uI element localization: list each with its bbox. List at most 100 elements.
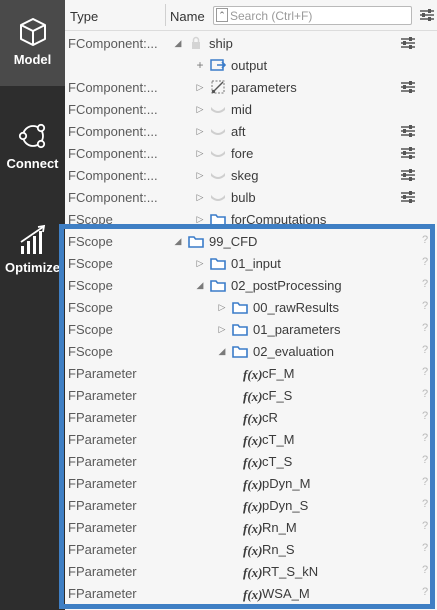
row-name[interactable]: Rn_M <box>262 520 297 535</box>
expand-arrow-icon[interactable]: ▷ <box>195 191 205 203</box>
tree-row[interactable]: FScope ◢ 02_evaluation? <box>65 340 437 362</box>
help-icon[interactable]: ? <box>422 454 428 466</box>
tree-row[interactable]: FScope ▷ forComputations <box>65 208 437 230</box>
row-settings-icon[interactable] <box>400 168 416 182</box>
collapse-arrow-icon[interactable]: ◢ <box>173 235 183 247</box>
row-settings-icon[interactable] <box>400 124 416 138</box>
row-name[interactable]: Rn_S <box>262 542 295 557</box>
row-name[interactable]: 02_evaluation <box>253 344 334 359</box>
row-name[interactable]: skeg <box>231 168 258 183</box>
row-settings-icon[interactable] <box>400 190 416 204</box>
tree-row[interactable]: FParameter f(x) pDyn_S? <box>65 494 437 516</box>
tree-row[interactable]: FComponent:... ▷ fore <box>65 142 437 164</box>
expand-arrow-icon[interactable]: ▷ <box>195 169 205 181</box>
row-name[interactable]: parameters <box>231 80 297 95</box>
help-icon[interactable]: ? <box>422 432 428 444</box>
column-header-type[interactable]: Type <box>70 9 98 24</box>
row-name[interactable]: output <box>231 58 267 73</box>
tree-row[interactable]: FComponent:... ◢ ship <box>65 32 437 54</box>
help-icon[interactable]: ? <box>422 300 428 312</box>
row-settings-icon[interactable] <box>400 146 416 160</box>
column-divider[interactable] <box>165 4 166 26</box>
nav-connect[interactable]: Connect <box>0 104 65 190</box>
collapse-arrow-icon[interactable]: ◢ <box>195 279 205 291</box>
row-name[interactable]: 02_postProcessing <box>231 278 342 293</box>
expand-arrow-icon[interactable]: ▷ <box>217 301 227 313</box>
tree-row[interactable]: FParameter f(x) Rn_M? <box>65 516 437 538</box>
help-icon[interactable]: ? <box>422 410 428 422</box>
row-name[interactable]: pDyn_S <box>262 498 308 513</box>
help-icon[interactable]: ? <box>422 476 428 488</box>
row-name[interactable]: WSA_M <box>262 586 310 601</box>
row-settings-icon[interactable] <box>400 80 416 94</box>
tree-row[interactable]: FParameter f(x) pDyn_M? <box>65 472 437 494</box>
tree-row[interactable]: FParameter f(x) cT_M? <box>65 428 437 450</box>
search-up-arrow-icon[interactable]: ⌃ <box>216 8 228 22</box>
nav-model[interactable]: Model <box>0 0 65 86</box>
row-name[interactable]: cT_M <box>262 432 295 447</box>
help-icon[interactable]: ? <box>422 520 428 532</box>
expand-arrow-icon[interactable]: ▷ <box>195 257 205 269</box>
row-name[interactable]: 99_CFD <box>209 234 257 249</box>
tree-settings-icon[interactable] <box>419 8 435 22</box>
tree-row[interactable]: FComponent:... ▷ skeg <box>65 164 437 186</box>
row-name[interactable]: pDyn_M <box>262 476 310 491</box>
help-icon[interactable]: ? <box>422 498 428 510</box>
tree-row[interactable]: FComponent:... ▷ aft <box>65 120 437 142</box>
expand-arrow-icon[interactable]: ▷ <box>195 125 205 137</box>
help-icon[interactable]: ? <box>422 366 428 378</box>
add-icon[interactable]: + <box>195 59 205 71</box>
row-name[interactable]: aft <box>231 124 245 139</box>
parameters-icon <box>211 80 225 94</box>
expand-arrow-icon[interactable]: ▷ <box>195 147 205 159</box>
tree-row[interactable]: FScope ◢ 99_CFD? <box>65 230 437 252</box>
tree-row[interactable]: FScope ◢ 02_postProcessing? <box>65 274 437 296</box>
row-name[interactable]: cR <box>262 410 278 425</box>
row-name[interactable]: mid <box>231 102 252 117</box>
search-input[interactable] <box>230 8 408 23</box>
row-name[interactable]: 00_rawResults <box>253 300 339 315</box>
tree-row[interactable]: FParameter f(x) cF_M? <box>65 362 437 384</box>
row-name[interactable]: forComputations <box>231 212 326 227</box>
help-icon[interactable]: ? <box>422 278 428 290</box>
help-icon[interactable]: ? <box>422 388 428 400</box>
expand-arrow-icon[interactable]: ▷ <box>195 213 205 225</box>
help-icon[interactable]: ? <box>422 234 428 246</box>
row-name[interactable]: cF_S <box>262 388 292 403</box>
tree-row[interactable]: FScope ▷ 01_parameters? <box>65 318 437 340</box>
help-icon[interactable]: ? <box>422 542 428 554</box>
tree-row[interactable]: FComponent:... ▷ mid <box>65 98 437 120</box>
expand-arrow-icon[interactable]: ▷ <box>195 103 205 115</box>
row-settings-icon[interactable] <box>400 36 416 50</box>
row-name[interactable]: ship <box>209 36 233 51</box>
tree-row[interactable]: FComponent:... ▷ parameters <box>65 76 437 98</box>
tree-row[interactable]: FParameter f(x) RT_S_kN? <box>65 560 437 582</box>
row-name[interactable]: 01_parameters <box>253 322 340 337</box>
collapse-arrow-icon[interactable]: ◢ <box>217 345 227 357</box>
row-name[interactable]: cT_S <box>262 454 292 469</box>
help-icon[interactable]: ? <box>422 564 428 576</box>
tree-row[interactable]: FParameter f(x) cT_S? <box>65 450 437 472</box>
tree-row[interactable]: FParameter f(x) Rn_S? <box>65 538 437 560</box>
collapse-arrow-icon[interactable]: ◢ <box>173 37 183 49</box>
row-name[interactable]: cF_M <box>262 366 295 381</box>
tree-row[interactable]: FParameter f(x) WSA_M? <box>65 582 437 604</box>
tree-row[interactable]: FParameter f(x) cR? <box>65 406 437 428</box>
tree-row[interactable]: + output <box>65 54 437 76</box>
row-name[interactable]: RT_S_kN <box>262 564 318 579</box>
help-icon[interactable]: ? <box>422 256 428 268</box>
help-icon[interactable]: ? <box>422 586 428 598</box>
tree-row[interactable]: FComponent:... ▷ bulb <box>65 186 437 208</box>
tree-row[interactable]: FParameter f(x) cF_S? <box>65 384 437 406</box>
column-header-name[interactable]: Name <box>170 9 205 24</box>
tree-row[interactable]: FScope ▷ 00_rawResults? <box>65 296 437 318</box>
tree-row[interactable]: FScope ▷ 01_input? <box>65 252 437 274</box>
help-icon[interactable]: ? <box>422 344 428 356</box>
row-name[interactable]: bulb <box>231 190 256 205</box>
row-name[interactable]: 01_input <box>231 256 281 271</box>
row-name[interactable]: fore <box>231 146 253 161</box>
expand-arrow-icon[interactable]: ▷ <box>195 81 205 93</box>
help-icon[interactable]: ? <box>422 322 428 334</box>
nav-optimize[interactable]: Optimize <box>0 208 65 294</box>
expand-arrow-icon[interactable]: ▷ <box>217 323 227 335</box>
